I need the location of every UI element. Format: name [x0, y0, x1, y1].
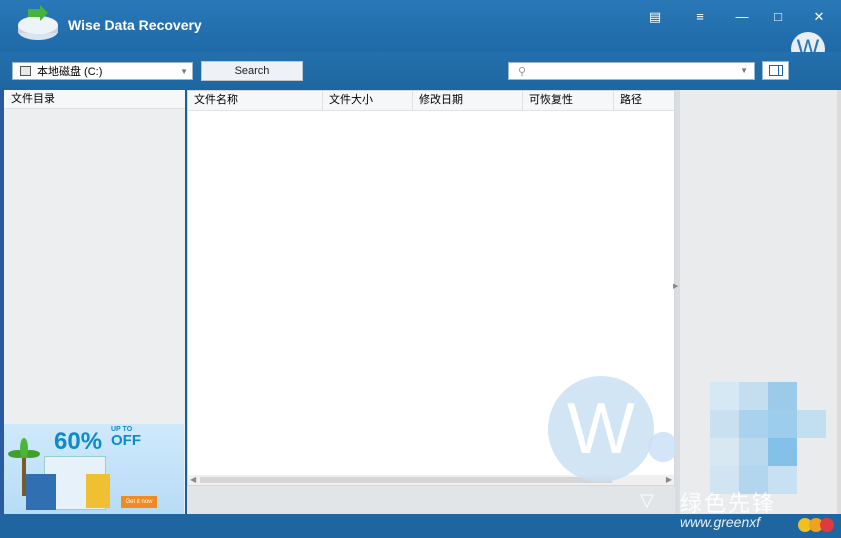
column-header-name[interactable]: 文件名称 — [188, 91, 323, 110]
right-edge-scrollbar[interactable] — [837, 90, 841, 514]
column-header-date[interactable]: 修改日期 — [413, 91, 523, 110]
status-icons — [798, 518, 834, 534]
promo-off: OFF — [111, 432, 141, 449]
product-box-image — [26, 474, 56, 510]
directory-header: 文件目录 — [4, 90, 185, 109]
filter-input[interactable]: ⚲ ▼ — [508, 62, 755, 80]
mosaic-block — [739, 410, 768, 438]
minimize-button[interactable]: — — [731, 8, 753, 26]
column-header-recoverability[interactable]: 可恢复性 — [523, 91, 614, 110]
feedback-icon[interactable]: ▤ — [644, 8, 666, 26]
promo-percent: 60% — [54, 428, 103, 455]
mosaic-block — [739, 438, 768, 466]
app-logo-icon — [18, 5, 58, 40]
column-header-path[interactable]: 路径 — [614, 91, 674, 110]
app-title: Wise Data Recovery — [68, 17, 202, 33]
chevron-down-icon: ▼ — [180, 67, 188, 76]
mosaic-block — [710, 438, 739, 466]
menu-icon[interactable]: ≡ — [689, 8, 711, 26]
details-strip — [187, 486, 675, 514]
product-box-image — [86, 474, 110, 508]
mosaic-block — [768, 382, 797, 410]
maximize-button[interactable]: □ — [767, 8, 789, 26]
watermark-logo-dot — [648, 432, 678, 462]
close-button[interactable]: ✕ — [808, 8, 830, 26]
scroll-left-icon[interactable]: ◀ — [190, 475, 196, 485]
mosaic-block — [739, 382, 768, 410]
search-icon: ⚲ — [518, 66, 527, 78]
search-button[interactable]: Search — [201, 61, 303, 81]
mosaic-block — [768, 410, 797, 438]
mosaic-block — [710, 410, 739, 438]
chevron-down-icon[interactable]: ▼ — [740, 66, 748, 75]
preview-panel-toggle[interactable] — [762, 61, 789, 80]
promo-cta-button[interactable]: Get it now — [121, 496, 157, 508]
panel-icon — [769, 65, 783, 76]
scroll-right-icon[interactable]: ▶ — [666, 475, 672, 485]
scroll-thumb[interactable] — [200, 477, 612, 483]
title-bar: Wise Data Recovery ▤ ≡ — □ ✕ — [0, 0, 841, 52]
drive-icon — [20, 66, 31, 76]
preview-panel — [680, 90, 837, 514]
promo-banner[interactable]: 60% UP TO OFF Get it now — [4, 424, 184, 514]
drive-select[interactable]: 本地磁盘 (C:) ▼ — [12, 62, 193, 80]
drive-select-value: 本地磁盘 (C:) — [37, 66, 103, 78]
column-header-size[interactable]: 文件大小 — [323, 91, 413, 110]
status-icon-red — [820, 518, 834, 532]
mosaic-block — [797, 410, 826, 438]
column-header-row: 文件名称 文件大小 修改日期 可恢复性 路径 — [188, 91, 674, 111]
mosaic-block — [710, 382, 739, 410]
watermark-logo: W — [548, 376, 654, 482]
splitter-arrow-icon[interactable]: ▶ — [673, 282, 678, 290]
mosaic-block — [768, 438, 797, 466]
watermark-url: www.greenxf — [680, 514, 761, 530]
brand-logo-icon: ▽ — [640, 490, 654, 510]
